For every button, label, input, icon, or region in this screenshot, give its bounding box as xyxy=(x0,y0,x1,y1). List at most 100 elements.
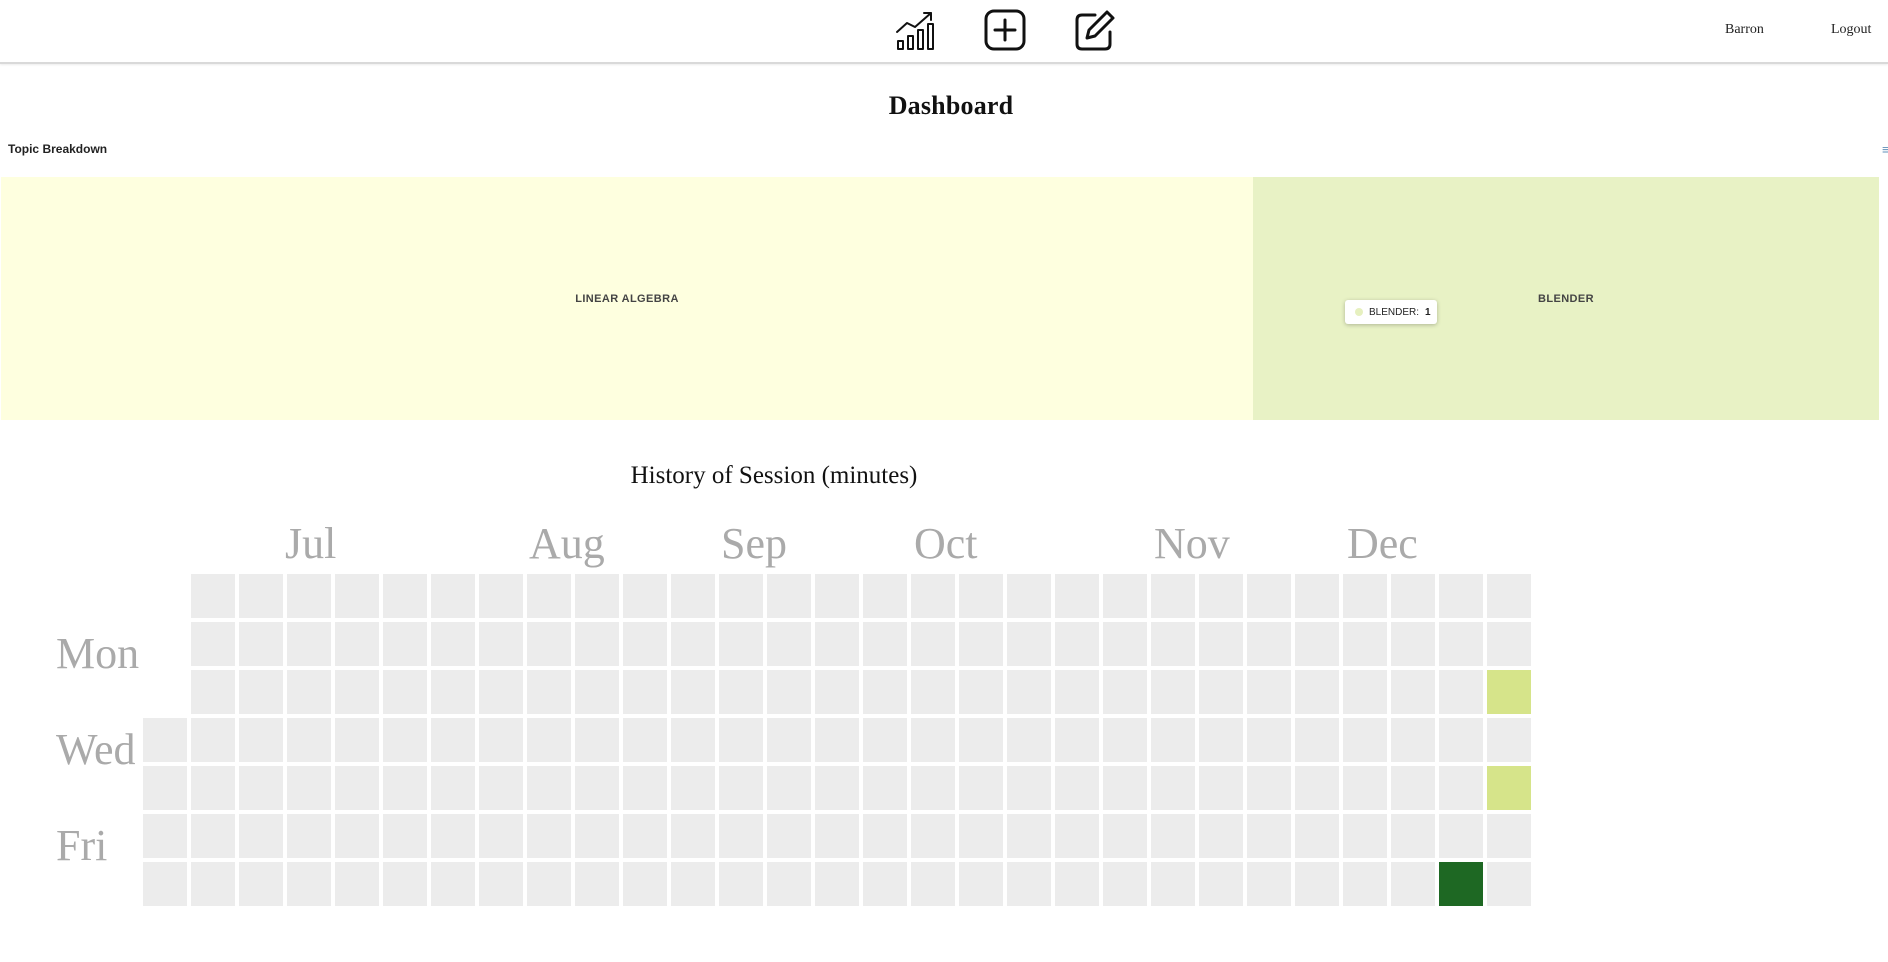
heatmap-day-cell[interactable] xyxy=(767,862,811,906)
plus-square-icon[interactable] xyxy=(983,8,1027,52)
heatmap-day-cell[interactable] xyxy=(623,814,667,858)
heatmap-day-cell[interactable] xyxy=(719,622,763,666)
heatmap-day-cell[interactable] xyxy=(575,862,619,906)
treemap-cell-blender[interactable]: BLENDER xyxy=(1253,177,1879,420)
logout-link[interactable]: Logout xyxy=(1831,22,1871,38)
heatmap-day-cell[interactable] xyxy=(767,814,811,858)
heatmap-day-cell[interactable] xyxy=(335,670,379,714)
heatmap-day-cell[interactable] xyxy=(1199,622,1243,666)
heatmap-day-cell[interactable] xyxy=(1247,670,1291,714)
heatmap-day-cell[interactable] xyxy=(1007,814,1051,858)
heatmap-day-cell[interactable] xyxy=(527,574,571,618)
heatmap-day-cell[interactable] xyxy=(239,574,283,618)
heatmap-day-cell[interactable] xyxy=(1487,718,1531,762)
heatmap-day-cell[interactable] xyxy=(1247,862,1291,906)
heatmap-day-cell[interactable] xyxy=(1391,622,1435,666)
heatmap-day-cell[interactable] xyxy=(239,718,283,762)
heatmap-day-cell[interactable] xyxy=(671,718,715,762)
heatmap-day-cell[interactable] xyxy=(335,622,379,666)
heatmap-day-cell[interactable] xyxy=(191,574,235,618)
edit-icon[interactable] xyxy=(1073,8,1117,52)
heatmap-day-cell[interactable] xyxy=(1103,814,1147,858)
heatmap-day-cell[interactable] xyxy=(191,718,235,762)
heatmap-day-cell[interactable] xyxy=(383,574,427,618)
heatmap-day-cell[interactable] xyxy=(1343,862,1387,906)
heatmap-day-cell[interactable] xyxy=(1055,574,1099,618)
heatmap-day-cell[interactable] xyxy=(1487,670,1531,714)
heatmap-day-cell[interactable] xyxy=(479,622,523,666)
heatmap-day-cell[interactable] xyxy=(911,814,955,858)
heatmap-day-cell[interactable] xyxy=(671,622,715,666)
heatmap-day-cell[interactable] xyxy=(239,670,283,714)
heatmap-day-cell[interactable] xyxy=(623,862,667,906)
heatmap-day-cell[interactable] xyxy=(239,862,283,906)
heatmap-day-cell[interactable] xyxy=(1439,814,1483,858)
heatmap-day-cell[interactable] xyxy=(767,766,811,810)
heatmap-day-cell[interactable] xyxy=(431,622,475,666)
heatmap-day-cell[interactable] xyxy=(1199,862,1243,906)
heatmap-day-cell[interactable] xyxy=(383,766,427,810)
heatmap-day-cell[interactable] xyxy=(575,670,619,714)
heatmap-day-cell[interactable] xyxy=(575,622,619,666)
heatmap-day-cell[interactable] xyxy=(815,622,859,666)
heatmap-day-cell[interactable] xyxy=(1295,718,1339,762)
heatmap-day-cell[interactable] xyxy=(1055,622,1099,666)
heatmap-day-cell[interactable] xyxy=(863,862,907,906)
heatmap-day-cell[interactable] xyxy=(1007,766,1051,810)
heatmap-day-cell[interactable] xyxy=(1487,574,1531,618)
heatmap-day-cell[interactable] xyxy=(863,814,907,858)
heatmap-day-cell[interactable] xyxy=(1391,718,1435,762)
treemap-cell-linear-algebra[interactable]: LINEAR ALGEBRA xyxy=(1,177,1253,420)
heatmap-day-cell[interactable] xyxy=(575,574,619,618)
heatmap-day-cell[interactable] xyxy=(1295,862,1339,906)
heatmap-day-cell[interactable] xyxy=(1103,766,1147,810)
heatmap-day-cell[interactable] xyxy=(383,814,427,858)
username-link[interactable]: Barron xyxy=(1725,22,1764,38)
heatmap-day-cell[interactable] xyxy=(1199,766,1243,810)
heatmap-day-cell[interactable] xyxy=(527,814,571,858)
heatmap-day-cell[interactable] xyxy=(671,766,715,810)
heatmap-day-cell[interactable] xyxy=(959,670,1003,714)
heatmap-day-cell[interactable] xyxy=(287,670,331,714)
heatmap-day-cell[interactable] xyxy=(671,862,715,906)
heatmap-day-cell[interactable] xyxy=(1487,622,1531,666)
heatmap-day-cell[interactable] xyxy=(623,670,667,714)
heatmap-day-cell[interactable] xyxy=(815,862,859,906)
heatmap-day-cell[interactable] xyxy=(479,766,523,810)
heatmap-day-cell[interactable] xyxy=(1199,718,1243,762)
heatmap-day-cell[interactable] xyxy=(143,814,187,858)
heatmap-day-cell[interactable] xyxy=(191,862,235,906)
heatmap-day-cell[interactable] xyxy=(575,814,619,858)
heatmap-day-cell[interactable] xyxy=(767,670,811,714)
heatmap-day-cell[interactable] xyxy=(1391,862,1435,906)
heatmap-day-cell[interactable] xyxy=(1295,814,1339,858)
heatmap-day-cell[interactable] xyxy=(527,862,571,906)
heatmap-day-cell[interactable] xyxy=(1487,862,1531,906)
heatmap-day-cell[interactable] xyxy=(1295,622,1339,666)
heatmap-day-cell[interactable] xyxy=(287,718,331,762)
heatmap-day-cell[interactable] xyxy=(1343,670,1387,714)
heatmap-day-cell[interactable] xyxy=(1151,862,1195,906)
heatmap-day-cell[interactable] xyxy=(1007,622,1051,666)
heatmap-day-cell[interactable] xyxy=(671,574,715,618)
heatmap-day-cell[interactable] xyxy=(383,622,427,666)
heatmap-day-cell[interactable] xyxy=(623,622,667,666)
heatmap-day-cell[interactable] xyxy=(1103,574,1147,618)
heatmap-day-cell[interactable] xyxy=(1103,718,1147,762)
heatmap-day-cell[interactable] xyxy=(1487,814,1531,858)
heatmap-day-cell[interactable] xyxy=(335,574,379,618)
heatmap-day-cell[interactable] xyxy=(719,718,763,762)
heatmap-day-cell[interactable] xyxy=(1343,622,1387,666)
heatmap-day-cell[interactable] xyxy=(191,670,235,714)
heatmap-day-cell[interactable] xyxy=(431,574,475,618)
heatmap-day-cell[interactable] xyxy=(1343,766,1387,810)
heatmap-day-cell[interactable] xyxy=(1007,574,1051,618)
heatmap-day-cell[interactable] xyxy=(479,718,523,762)
heatmap-day-cell[interactable] xyxy=(1055,718,1099,762)
heatmap-day-cell[interactable] xyxy=(671,670,715,714)
heatmap-day-cell[interactable] xyxy=(815,574,859,618)
heatmap-day-cell[interactable] xyxy=(1391,574,1435,618)
heatmap-day-cell[interactable] xyxy=(767,718,811,762)
heatmap-day-cell[interactable] xyxy=(479,574,523,618)
heatmap-day-cell[interactable] xyxy=(815,766,859,810)
